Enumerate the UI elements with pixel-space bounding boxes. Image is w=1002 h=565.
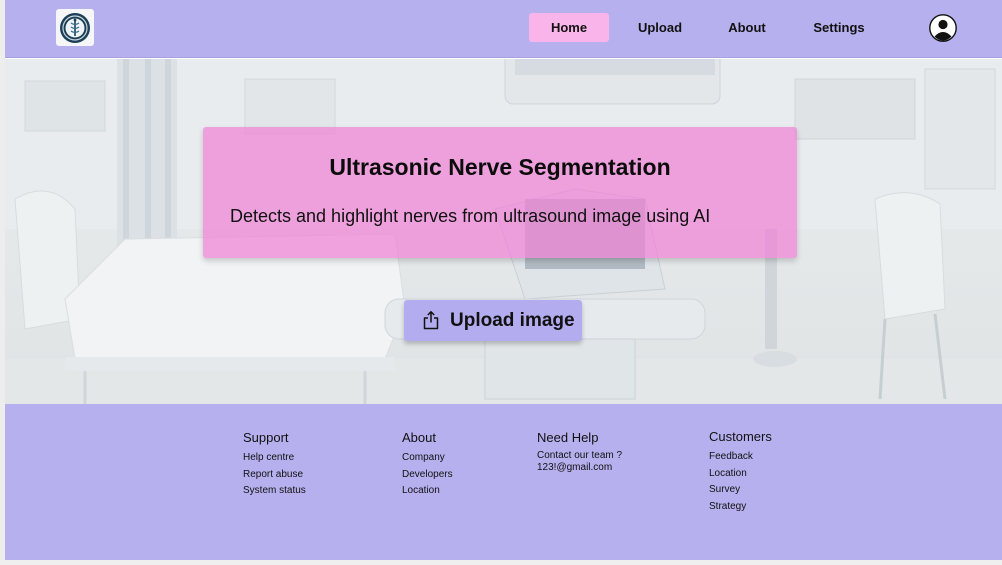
footer-link-developers[interactable]: Developers xyxy=(402,467,453,484)
footer-support-column: Support Help centre Report abuse System … xyxy=(243,430,306,500)
top-navbar: Home Upload About Settings xyxy=(5,0,1002,58)
nav-home-link[interactable]: Home xyxy=(529,13,609,42)
upload-image-button[interactable]: Upload image xyxy=(404,300,582,341)
footer-link-location[interactable]: Location xyxy=(402,483,453,500)
page-subtitle: Detects and highlight nerves from ultras… xyxy=(230,206,711,226)
hero-section: Ultrasonic Nerve Segmentation Detects an… xyxy=(5,59,1002,404)
page-title: Ultrasonic Nerve Segmentation xyxy=(329,154,671,180)
footer-customers-heading: Customers xyxy=(709,429,772,444)
page-bottom-edge xyxy=(0,560,1002,565)
footer-link-survey[interactable]: Survey xyxy=(709,482,772,499)
footer-contact-text[interactable]: Contact our team ? xyxy=(537,450,622,462)
footer-link-company[interactable]: Company xyxy=(402,450,453,467)
footer-link-system-status[interactable]: System status xyxy=(243,483,306,500)
footer-link-report-abuse[interactable]: Report abuse xyxy=(243,467,306,484)
upload-image-label: Upload image xyxy=(450,310,575,331)
footer-help-heading: Need Help xyxy=(537,430,599,445)
footer-link-customer-location[interactable]: Location xyxy=(709,466,772,483)
user-avatar-icon[interactable] xyxy=(929,14,957,42)
footer-customers-column: Customers Feedback Location Survey Strat… xyxy=(709,429,772,515)
nav-about-link[interactable]: About xyxy=(722,13,772,42)
medical-emblem-icon[interactable] xyxy=(56,9,94,46)
share-upload-icon xyxy=(422,310,440,330)
site-footer: Support Help centre Report abuse System … xyxy=(5,404,1002,560)
nav-settings-link[interactable]: Settings xyxy=(804,13,874,42)
hero-title-card: Ultrasonic Nerve Segmentation Detects an… xyxy=(203,127,797,258)
footer-support-heading: Support xyxy=(243,430,289,445)
footer-link-help-centre[interactable]: Help centre xyxy=(243,450,306,467)
footer-link-feedback[interactable]: Feedback xyxy=(709,449,772,466)
app-frame: Home Upload About Settings Ultrasonic Ne… xyxy=(5,0,1002,560)
footer-help-column: Need Help Contact our team ? 123!@gmail.… xyxy=(537,430,622,474)
footer-link-strategy[interactable]: Strategy xyxy=(709,499,772,516)
nav-upload-link[interactable]: Upload xyxy=(630,13,690,42)
footer-about-column: About Company Developers Location xyxy=(402,430,453,500)
footer-about-heading: About xyxy=(402,430,436,445)
footer-contact-email[interactable]: 123!@gmail.com xyxy=(537,462,622,474)
